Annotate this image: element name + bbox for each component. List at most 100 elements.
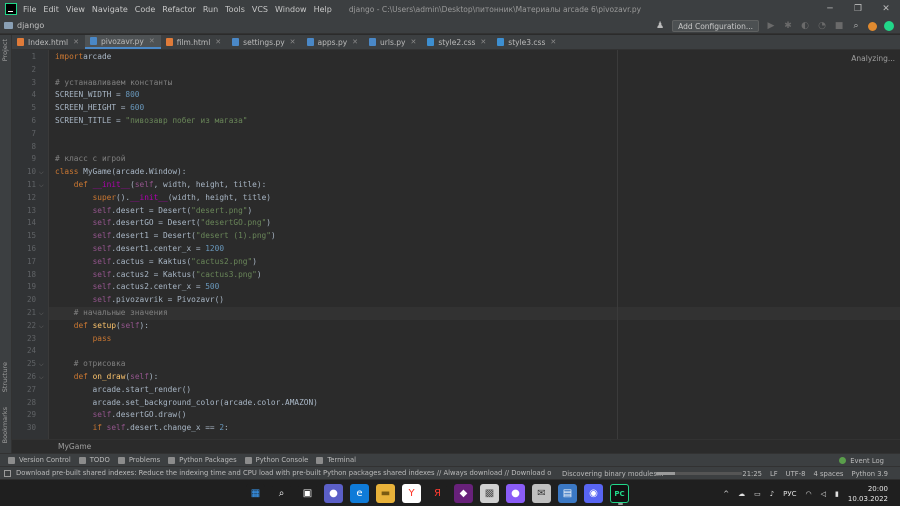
speaker-icon[interactable]: ◁ — [821, 490, 826, 498]
fold-marker-icon[interactable]: ⌵ — [39, 182, 44, 190]
line-number[interactable]: 23 — [12, 333, 36, 346]
fold-marker-icon[interactable]: ⌵ — [39, 310, 44, 318]
app-purple-icon[interactable]: ● — [506, 484, 525, 503]
status-widget[interactable]: LF — [770, 470, 778, 478]
breadcrumb-class[interactable]: MyGame — [58, 442, 91, 451]
close-tab-icon[interactable]: ✕ — [215, 38, 221, 46]
menu-refactor[interactable]: Refactor — [162, 5, 196, 14]
code-line[interactable]: pass — [55, 333, 112, 346]
code-line[interactable]: # начальные значения — [55, 307, 168, 320]
toolwindow-version-control[interactable]: Version Control — [8, 456, 71, 464]
line-number[interactable]: 24 — [12, 345, 36, 358]
code-line[interactable]: SCREEN_HEIGHT = 600 — [55, 102, 144, 115]
code-line[interactable]: arcade.set_background_color(arcade.color… — [55, 397, 318, 410]
project-tool-button[interactable]: Project — [1, 39, 9, 61]
maximize-button[interactable]: ❐ — [844, 0, 872, 18]
visual-studio-icon[interactable]: ◆ — [454, 484, 473, 503]
line-number[interactable]: 7 — [12, 128, 36, 141]
code-line[interactable]: self.desert1 = Desert("desert (1).png") — [55, 230, 276, 243]
close-tab-icon[interactable]: ✕ — [550, 38, 556, 46]
status-widget[interactable]: 4 spaces — [814, 470, 844, 478]
yandex-icon[interactable]: Y — [402, 484, 421, 503]
status-widget[interactable]: 21:25 — [742, 470, 762, 478]
code-line[interactable]: importarcade — [55, 51, 111, 64]
menu-run[interactable]: Run — [203, 5, 218, 14]
photos-icon[interactable]: ▩ — [480, 484, 499, 503]
line-number[interactable]: 30 — [12, 422, 36, 435]
line-number[interactable]: 21 — [12, 307, 36, 320]
code-line[interactable]: self.cactus2 = Kaktus("cactus3.png") — [55, 269, 262, 282]
code-line[interactable]: # отрисовка — [55, 358, 126, 371]
discord-icon[interactable]: ◉ — [584, 484, 603, 503]
close-tab-icon[interactable]: ✕ — [73, 38, 79, 46]
line-number[interactable]: 20 — [12, 294, 36, 307]
tab-index-html[interactable]: Index.html ✕ — [12, 35, 85, 49]
menu-file[interactable]: File — [23, 5, 36, 14]
line-number[interactable]: 25 — [12, 358, 36, 371]
status-widget[interactable]: Python 3.9 — [851, 470, 888, 478]
structure-tool-button[interactable]: Structure — [1, 362, 9, 392]
project-breadcrumb[interactable]: django — [4, 21, 44, 30]
code-line[interactable]: if self.desert.change_x == 2: — [55, 422, 229, 435]
explorer-icon[interactable]: ▬ — [376, 484, 395, 503]
line-number[interactable]: 10 — [12, 166, 36, 179]
menu-code[interactable]: Code — [135, 5, 155, 14]
microphone-icon[interactable]: ♪ — [770, 490, 774, 498]
toolwindow-problems[interactable]: Problems — [117, 456, 160, 464]
menu-navigate[interactable]: Navigate — [92, 5, 128, 14]
line-number[interactable]: 12 — [12, 192, 36, 205]
tab-urls-py[interactable]: urls.py ✕ — [364, 35, 422, 49]
line-number[interactable]: 28 — [12, 397, 36, 410]
code-line[interactable]: def on_draw(self): — [55, 371, 159, 384]
toolwindow-todo[interactable]: TODO — [78, 456, 110, 464]
windows-start-icon[interactable]: ▦ — [246, 484, 265, 503]
line-number[interactable]: 19 — [12, 281, 36, 294]
add-configuration-button[interactable]: Add Configuration... — [672, 20, 759, 32]
tab-settings-py[interactable]: settings.py ✕ — [227, 35, 301, 49]
fold-marker-icon[interactable]: ⌵ — [39, 169, 44, 177]
profile-icon[interactable]: ◔ — [817, 21, 827, 31]
battery-icon[interactable]: ▮ — [835, 490, 839, 498]
mail-icon[interactable]: ✉ — [532, 484, 551, 503]
menu-help[interactable]: Help — [314, 5, 332, 14]
close-tab-icon[interactable]: ✕ — [352, 38, 358, 46]
store-icon[interactable]: ▤ — [558, 484, 577, 503]
code-line[interactable]: arcade.start_render() — [55, 384, 192, 397]
line-number[interactable]: 18 — [12, 269, 36, 282]
code-line[interactable]: self.desert = Desert("desert.png") — [55, 205, 253, 218]
code-line[interactable]: # класс с игрой — [55, 153, 125, 166]
menu-tools[interactable]: Tools — [225, 5, 245, 14]
code-line[interactable]: SCREEN_WIDTH = 800 — [55, 89, 140, 102]
update-icon[interactable] — [868, 21, 877, 31]
pycharm-badge-icon[interactable] — [884, 21, 894, 31]
line-number-gutter[interactable]: 1 2 3 4 5 6 7 8 9 10 ⌵ 11 ⌵ 12 13 14 15 16 17 18 19 20 21 ⌵ 22 ⌵ 2… — [12, 50, 49, 439]
coverage-icon[interactable]: ◐ — [800, 21, 810, 31]
line-number[interactable]: 8 — [12, 141, 36, 154]
language-indicator[interactable]: РУС — [783, 490, 796, 498]
fold-marker-icon[interactable]: ⌵ — [39, 374, 44, 382]
toolwindow-python-packages[interactable]: Python Packages — [168, 456, 237, 464]
line-number[interactable]: 2 — [12, 64, 36, 77]
menu-view[interactable]: View — [66, 5, 85, 14]
fold-marker-icon[interactable]: ⌵ — [39, 361, 44, 369]
code-line[interactable]: self.cactus = Kaktus("cactus2.png") — [55, 256, 257, 269]
close-tab-icon[interactable]: ✕ — [410, 38, 416, 46]
task-view-icon[interactable]: ▣ — [298, 484, 317, 503]
notification-icon[interactable] — [4, 470, 11, 477]
line-number[interactable]: 14 — [12, 217, 36, 230]
code-line[interactable]: super().__init__(width, height, title) — [55, 192, 271, 205]
line-number[interactable]: 1 — [12, 51, 36, 64]
run-icon[interactable]: ▶ — [766, 21, 776, 31]
line-number[interactable]: 16 — [12, 243, 36, 256]
yandex-browser-icon[interactable]: Я — [428, 484, 447, 503]
status-widget[interactable]: UTF-8 — [786, 470, 806, 478]
menu-window[interactable]: Window — [275, 5, 307, 14]
line-number[interactable]: 4 — [12, 89, 36, 102]
close-tab-icon[interactable]: ✕ — [480, 38, 486, 46]
search-everywhere-icon[interactable]: ⌕ — [851, 21, 861, 31]
tab-pivozavr-py[interactable]: pivozavr.py ✕ — [85, 35, 161, 49]
line-number[interactable]: 17 — [12, 256, 36, 269]
tab-film-html[interactable]: film.html ✕ — [161, 35, 227, 49]
close-button[interactable]: ✕ — [872, 0, 900, 18]
line-number[interactable]: 29 — [12, 409, 36, 422]
